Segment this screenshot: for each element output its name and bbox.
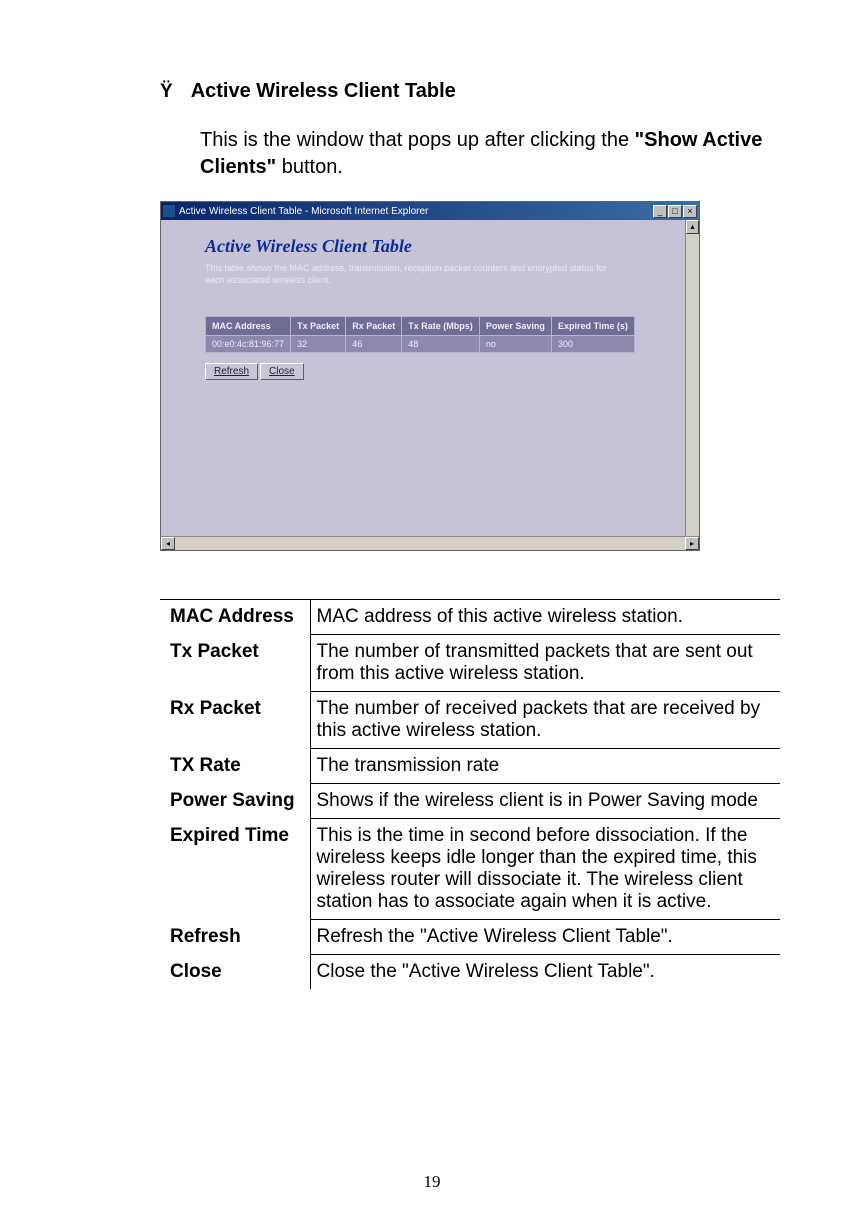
heading-text: Active Wireless Client Table [191, 80, 456, 103]
intro-post: button. [276, 156, 343, 178]
def-row: Close Close the "Active Wireless Client … [160, 955, 780, 990]
window-body: Active Wireless Client Table This table … [161, 220, 699, 550]
section-heading: Ÿ Active Wireless Client Table [160, 80, 800, 103]
minimize-button[interactable]: _ [653, 205, 667, 218]
th-mac: MAC Address [206, 317, 291, 336]
intro-paragraph: This is the window that pops up after cl… [200, 127, 800, 181]
th-rx-packet: Rx Packet [346, 317, 402, 336]
def-term: Tx Packet [160, 635, 310, 692]
def-term: Expired Time [160, 819, 310, 920]
def-desc: Refresh the "Active Wireless Client Tabl… [310, 920, 780, 955]
window-controls: _ □ × [653, 205, 697, 218]
def-term: MAC Address [160, 600, 310, 635]
table-header-row: MAC Address Tx Packet Rx Packet Tx Rate … [206, 317, 635, 336]
def-desc: Close the "Active Wireless Client Table"… [310, 955, 780, 990]
scrollbar-vertical[interactable]: ▴ [685, 220, 699, 536]
intro-pre: This is the window that pops up after cl… [200, 129, 635, 151]
client-table: MAC Address Tx Packet Rx Packet Tx Rate … [205, 316, 635, 353]
def-desc: The number of received packets that are … [310, 692, 780, 749]
scrollbar-horizontal[interactable]: ◂▸ [161, 536, 699, 550]
def-row: Refresh Refresh the "Active Wireless Cli… [160, 920, 780, 955]
window-title: Active Wireless Client Table - Microsoft… [179, 206, 653, 217]
cell-rx-packet: 46 [346, 336, 402, 353]
def-term: Refresh [160, 920, 310, 955]
th-expired: Expired Time (s) [552, 317, 635, 336]
cell-expired: 300 [552, 336, 635, 353]
def-desc: Shows if the wireless client is in Power… [310, 784, 780, 819]
page-number: 19 [0, 1172, 864, 1192]
def-desc: The number of transmitted packets that a… [310, 635, 780, 692]
def-row: Expired Time This is the time in second … [160, 819, 780, 920]
def-desc: This is the time in second before dissoc… [310, 819, 780, 920]
cell-power-saving: no [479, 336, 551, 353]
def-desc: MAC address of this active wireless stat… [310, 600, 780, 635]
ie-icon [163, 205, 175, 217]
def-term: Close [160, 955, 310, 990]
definitions-table: MAC Address MAC address of this active w… [160, 599, 780, 989]
def-row: TX Rate The transmission rate [160, 749, 780, 784]
def-desc: The transmission rate [310, 749, 780, 784]
def-term: Power Saving [160, 784, 310, 819]
browser-window: Active Wireless Client Table - Microsoft… [160, 201, 700, 551]
dialog-title: Active Wireless Client Table [205, 236, 669, 257]
cell-tx-packet: 32 [291, 336, 346, 353]
def-term: TX Rate [160, 749, 310, 784]
titlebar: Active Wireless Client Table - Microsoft… [161, 202, 699, 220]
def-row: Power Saving Shows if the wireless clien… [160, 784, 780, 819]
close-button[interactable]: × [683, 205, 697, 218]
th-tx-packet: Tx Packet [291, 317, 346, 336]
def-row: Rx Packet The number of received packets… [160, 692, 780, 749]
cell-tx-rate: 48 [402, 336, 480, 353]
bullet-icon: Ÿ [160, 81, 173, 103]
dialog-description: This table shows the MAC address, transm… [205, 263, 615, 286]
maximize-button[interactable]: □ [668, 205, 682, 218]
cell-mac: 00:e0:4c:81:96:77 [206, 336, 291, 353]
th-tx-rate: Tx Rate (Mbps) [402, 317, 480, 336]
refresh-button[interactable]: Refresh [205, 363, 258, 380]
table-row: 00:e0:4c:81:96:77 32 46 48 no 300 [206, 336, 635, 353]
def-row: Tx Packet The number of transmitted pack… [160, 635, 780, 692]
th-power-saving: Power Saving [479, 317, 551, 336]
dialog-buttons: Refresh Close [205, 363, 669, 380]
def-row: MAC Address MAC address of this active w… [160, 600, 780, 635]
close-dialog-button[interactable]: Close [260, 363, 304, 380]
def-term: Rx Packet [160, 692, 310, 749]
